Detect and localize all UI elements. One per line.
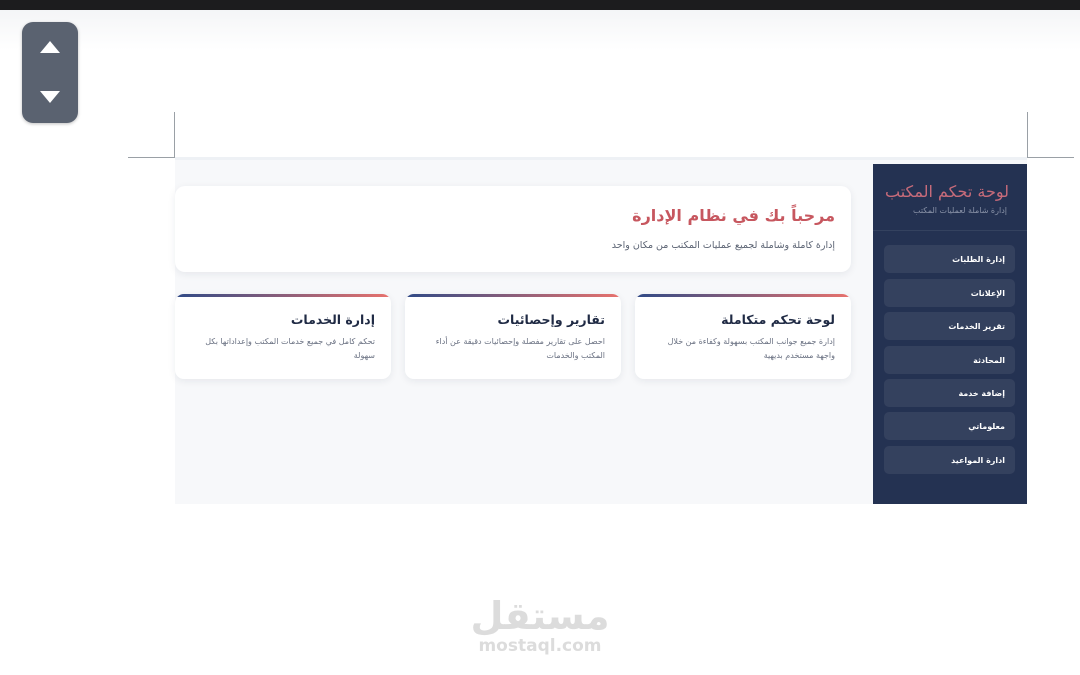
crop-mark-right-horizontal [1028,157,1074,158]
sidebar-item-chat[interactable]: المحادثة [884,346,1015,374]
feature-card-dashboard: لوحة تحكم متكاملة إدارة جميع جوانب المكت… [635,294,851,379]
sidebar-item-appointments[interactable]: ادارة المواعيد [884,446,1015,474]
crop-mark-right-vertical [1027,112,1028,158]
scroll-control [22,22,78,123]
welcome-subtitle: إدارة كاملة وشاملة لجميع عمليات المكتب م… [611,240,835,251]
card-title: تقارير وإحصائيات [497,312,605,327]
sidebar-divider [873,230,1027,231]
watermark-arabic: مستقل [470,594,610,638]
welcome-card: مرحباً بك في نظام الإدارة إدارة كاملة وش… [175,186,851,272]
mostaql-watermark: مستقل mostaql.com [470,596,610,656]
top-fade [0,10,1080,50]
triangle-down-icon [40,91,60,103]
card-accent-bar [175,294,391,297]
device-top-bar [0,0,1080,10]
sidebar-item-orders[interactable]: إدارة الطلبات [884,245,1015,273]
scroll-up-button[interactable] [22,22,78,72]
sidebar-item-ads[interactable]: الإعلانات [884,279,1015,307]
card-title: لوحة تحكم متكاملة [721,312,835,327]
card-description: إدارة جميع جوانب المكتب بسهولة وكفاءة من… [667,337,835,360]
card-accent-bar [405,294,621,297]
card-title: إدارة الخدمات [290,312,375,327]
feature-card-services: إدارة الخدمات تحكم كامل في جميع خدمات ال… [175,294,391,379]
watermark-latin: mostaql.com [478,636,602,656]
card-description: احصل على تقارير مفصلة وإحصائيات دقيقة عن… [435,337,605,360]
sidebar-title: لوحة تحكم المكتب [885,182,1009,201]
crop-mark-left-horizontal [128,157,174,158]
card-description: تحكم كامل في جميع خدمات المكتب وإعداداته… [205,337,375,360]
sidebar-item-my-info[interactable]: معلوماتي [884,412,1015,440]
sidebar: لوحة تحكم المكتب إدارة شاملة لعمليات الم… [873,164,1027,504]
sidebar-item-add-service[interactable]: إضافة خدمة [884,379,1015,407]
sidebar-subtitle: إدارة شاملة لعمليات المكتب [913,206,1007,215]
scroll-down-button[interactable] [22,72,78,122]
welcome-title: مرحباً بك في نظام الإدارة [632,206,835,225]
crop-mark-left-vertical [174,112,175,158]
feature-card-reports: تقارير وإحصائيات احصل على تقارير مفصلة و… [405,294,621,379]
card-accent-bar [635,294,851,297]
triangle-up-icon [40,41,60,53]
sidebar-item-services-report[interactable]: تقرير الخدمات [884,312,1015,340]
